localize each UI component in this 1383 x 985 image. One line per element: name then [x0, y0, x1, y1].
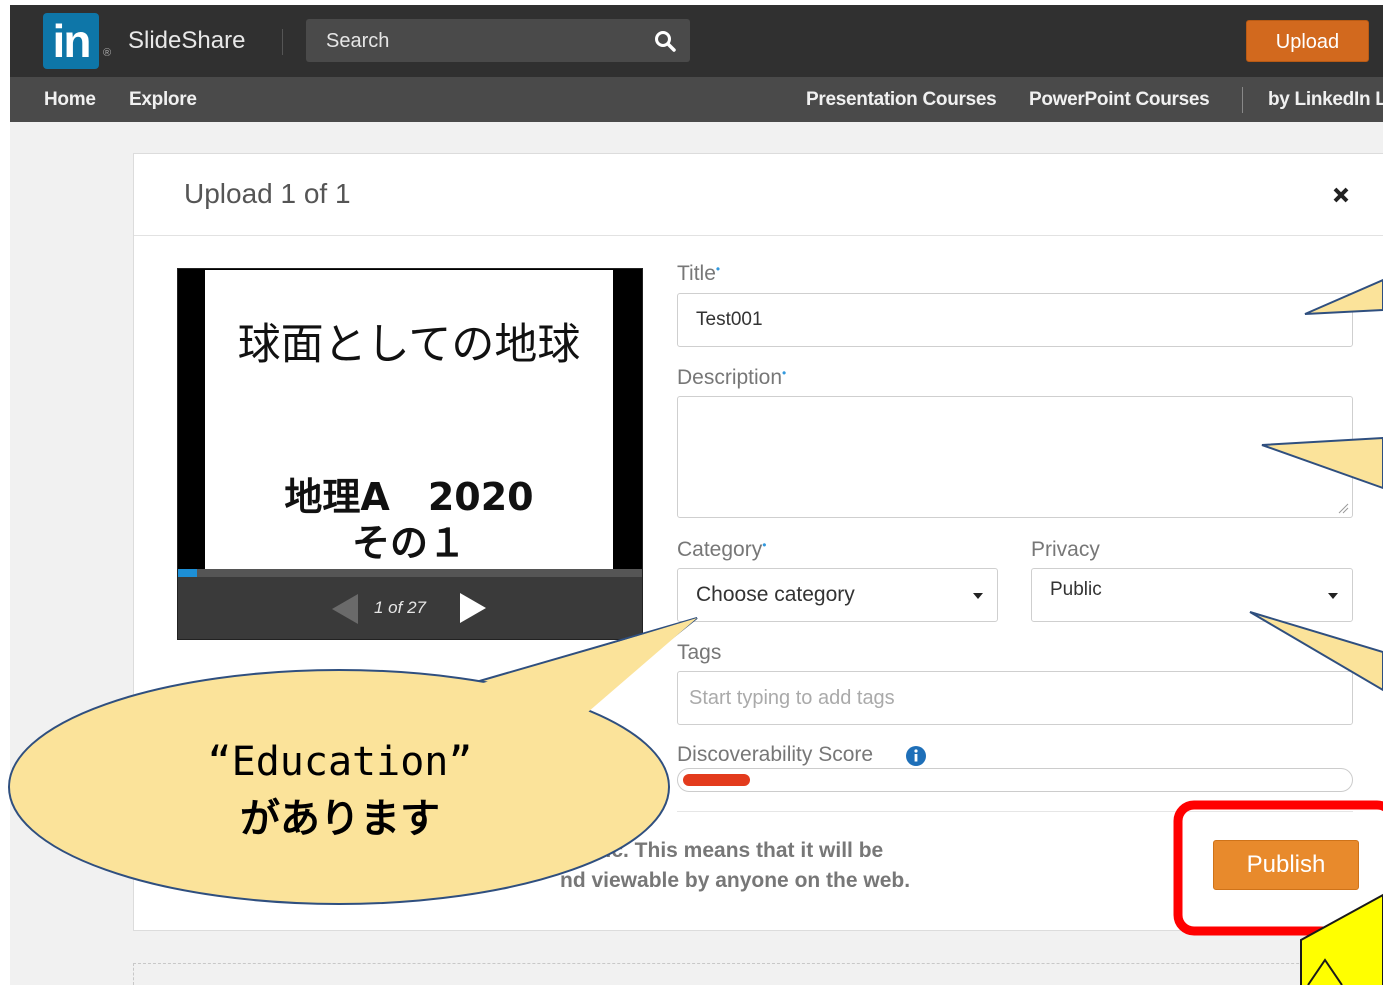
search-placeholder: Search	[326, 30, 390, 52]
category-label-text: Category	[677, 538, 763, 561]
privacy-label: Privacy	[1031, 538, 1100, 561]
publish-button[interactable]: Publish	[1213, 840, 1359, 890]
callout-line-1: “Education”	[207, 739, 473, 785]
discoverability-score-bar	[677, 768, 1353, 792]
title-value: Test001	[696, 309, 763, 330]
description-textarea[interactable]	[677, 396, 1353, 518]
description-label: Description•	[677, 366, 786, 390]
privacy-note-line-1: Public. This means that it will be	[560, 839, 884, 862]
footer-divider	[677, 811, 1353, 812]
tags-label: Tags	[677, 641, 722, 664]
chevron-down-icon	[1328, 593, 1338, 599]
resize-handle-icon[interactable]	[1337, 502, 1349, 514]
next-slide-icon[interactable]	[458, 593, 488, 623]
slide-progress-fill	[178, 569, 197, 577]
nav-explore[interactable]: Explore	[129, 89, 197, 111]
privacy-note-line-2: nd viewable by anyone on the web.	[560, 869, 911, 892]
slide-subtitle-2: その１	[351, 521, 466, 565]
chevron-down-icon	[973, 593, 983, 599]
nav-linkedin-learning[interactable]: by LinkedIn L	[1268, 89, 1383, 111]
discoverability-score-fill	[683, 774, 751, 786]
next-upload-placeholder	[133, 963, 1383, 985]
nav-presentation-courses[interactable]: Presentation Courses	[806, 89, 997, 111]
category-label: Category•	[677, 538, 766, 562]
category-value: Choose category	[696, 583, 855, 606]
prev-slide-icon[interactable]	[330, 594, 360, 624]
title-label-text: Title	[677, 262, 716, 285]
slide-progress-bar[interactable]	[178, 569, 642, 577]
upload-button[interactable]: Upload	[1246, 20, 1369, 62]
title-input[interactable]: Test001	[677, 293, 1353, 347]
linkedin-logo[interactable]: in	[43, 13, 99, 69]
slide-title: 球面としての地球	[237, 320, 581, 370]
dialog-title: Upload 1 of 1	[184, 178, 351, 209]
category-select[interactable]: Choose category	[677, 568, 998, 622]
slide-preview: 球面としての地球 地理A 2020 その１ 1 of 27	[177, 268, 643, 640]
top-bar: in ® SlideShare Search Upload	[10, 5, 1383, 77]
required-marker-icon: •	[782, 366, 787, 380]
discoverability-label: Discoverability Score	[677, 743, 874, 766]
close-icon[interactable]	[1330, 184, 1352, 206]
callout-line-2: があります	[240, 796, 440, 842]
title-label: Title•	[677, 262, 720, 286]
header-divider	[282, 29, 283, 55]
tags-input[interactable]: Start typing to add tags	[677, 671, 1353, 725]
nav-powerpoint-courses[interactable]: PowerPoint Courses	[1029, 89, 1210, 111]
privacy-value: Public	[1050, 579, 1102, 600]
info-icon[interactable]	[906, 746, 926, 766]
page-counter: 1 of 27	[374, 598, 426, 617]
sub-navigation: Home Explore Presentation Courses PowerP…	[10, 77, 1383, 122]
dialog-divider	[134, 235, 1383, 236]
nav-home[interactable]: Home	[44, 89, 96, 111]
nav-divider	[1242, 87, 1243, 113]
required-marker-icon: •	[715, 262, 721, 276]
privacy-select[interactable]: Public	[1031, 568, 1353, 622]
required-marker-icon: •	[762, 538, 767, 552]
slide-page: 球面としての地球 地理A 2020 その１	[205, 270, 613, 570]
registered-mark-icon: ®	[103, 47, 112, 59]
search-input[interactable]: Search	[306, 19, 690, 62]
slide-controls: 1 of 27	[178, 577, 642, 639]
search-icon[interactable]	[654, 30, 676, 52]
description-label-text: Description	[677, 366, 783, 389]
tags-placeholder: Start typing to add tags	[689, 687, 895, 709]
brand-name[interactable]: SlideShare	[128, 27, 245, 55]
